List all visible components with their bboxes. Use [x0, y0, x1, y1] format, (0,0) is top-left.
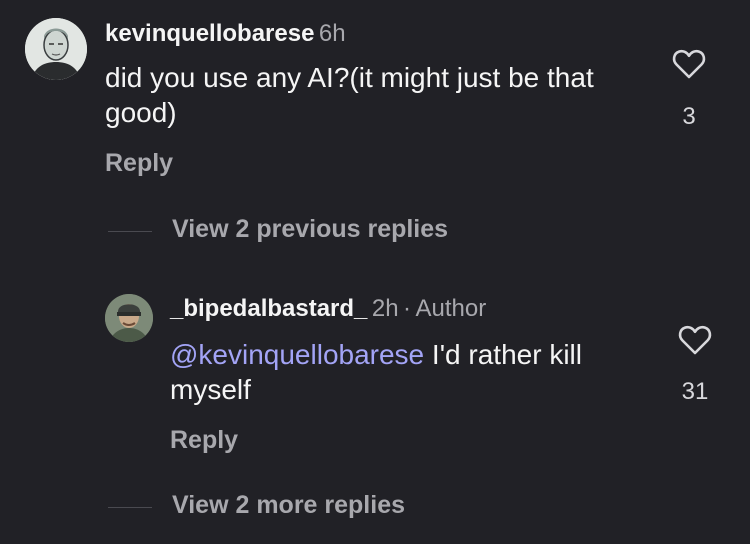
- view-more-replies-button[interactable]: View 2 more replies: [172, 491, 405, 520]
- meta-separator: ·: [403, 295, 412, 322]
- reply-text: @kevinquellobarese I'd rather kill mysel…: [170, 337, 640, 407]
- comment-text: did you use any AI?(it might just be tha…: [105, 62, 594, 128]
- reply-reply-button[interactable]: Reply: [170, 426, 238, 455]
- reply-header: _bipedalbastard_ 2h · Author: [170, 295, 486, 323]
- reply-mention-link[interactable]: @kevinquellobarese: [170, 339, 424, 370]
- avatar-kevinquellobarese[interactable]: [25, 18, 87, 80]
- comment-like-count: 3: [682, 103, 696, 130]
- heart-icon: [672, 49, 706, 79]
- avatar-image: [25, 18, 87, 80]
- author-tag: Author: [415, 295, 487, 322]
- comment-username[interactable]: kevinquellobarese: [105, 20, 314, 47]
- comment-time: 6h: [318, 20, 346, 47]
- divider-line: [108, 507, 152, 508]
- comment-header: kevinquellobarese 6h: [105, 20, 346, 48]
- view-previous-replies-button[interactable]: View 2 previous replies: [172, 215, 448, 244]
- reply-like-count: 31: [681, 378, 709, 405]
- avatar-bipedalbastard[interactable]: [105, 294, 153, 342]
- heart-icon: [678, 325, 712, 355]
- reply-time: 2h: [371, 295, 399, 322]
- comment-like-button[interactable]: [672, 48, 706, 85]
- avatar-image: [105, 294, 153, 342]
- reply-username[interactable]: _bipedalbastard_: [170, 295, 367, 322]
- comment-reply-button[interactable]: Reply: [105, 149, 173, 178]
- reply-like-button[interactable]: [678, 324, 712, 361]
- divider-line: [108, 231, 152, 232]
